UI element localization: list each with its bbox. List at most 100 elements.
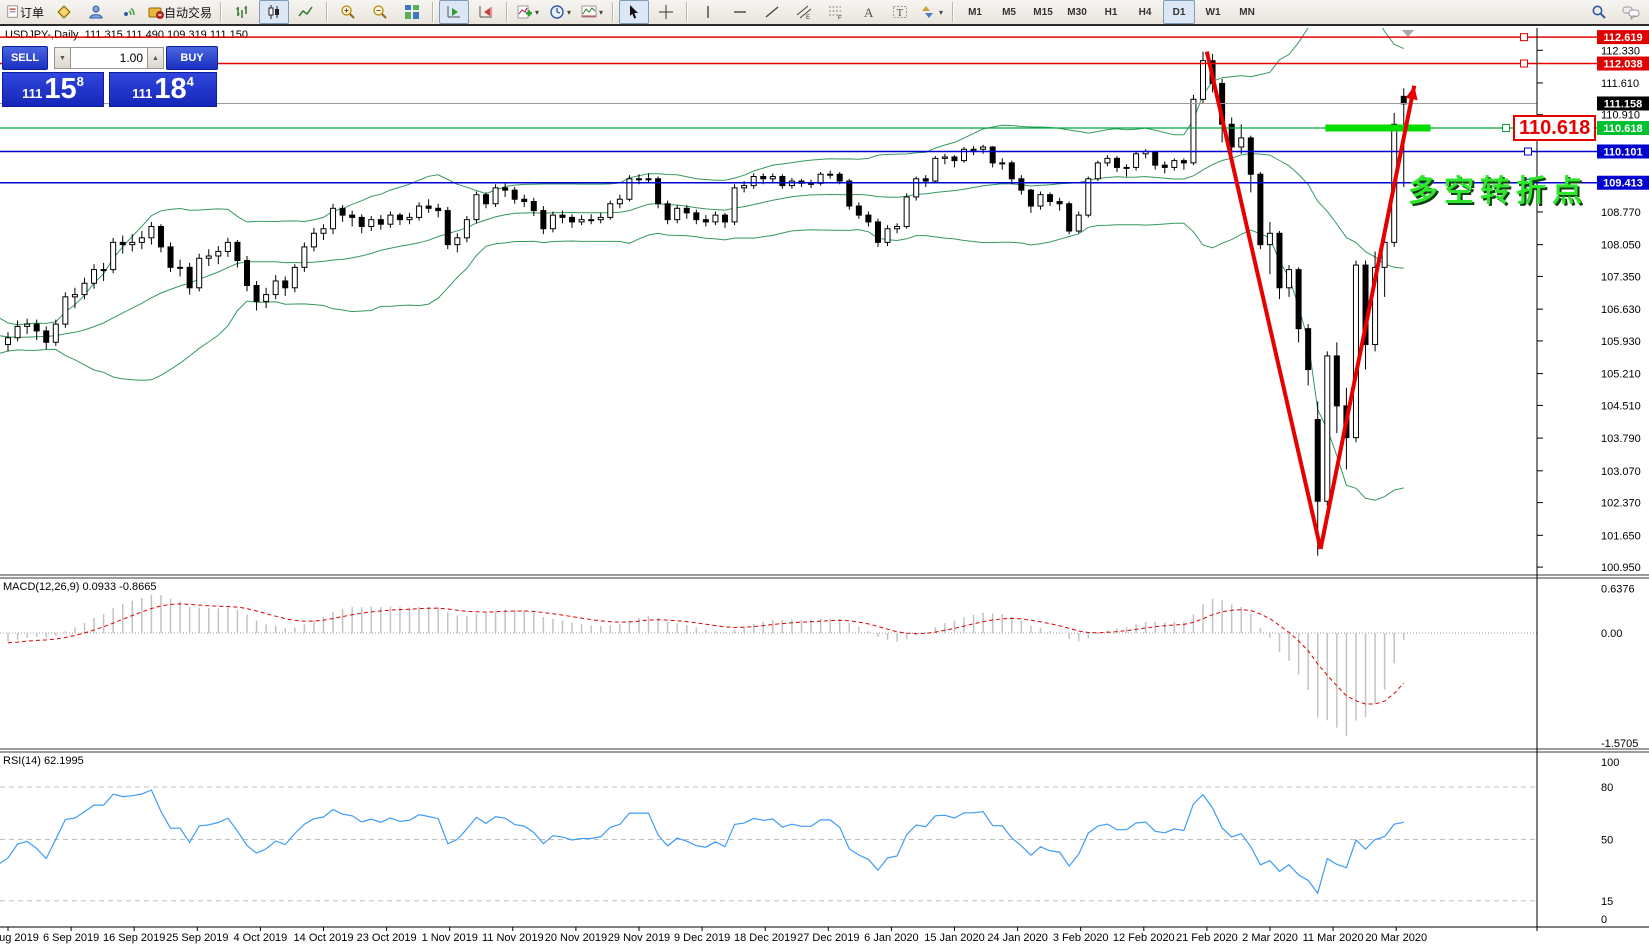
- chart-canvas[interactable]: 112.330 111.610 110.910 108.770 108.050 107.3…: [0, 0, 1649, 947]
- timeframe-button-M5[interactable]: M5: [993, 0, 1025, 24]
- chart-shift-button[interactable]: [471, 0, 501, 24]
- periods-button[interactable]: ▾: [545, 0, 575, 24]
- auto-scroll-button[interactable]: [439, 0, 470, 24]
- candlestick-chart-button[interactable]: [259, 0, 290, 24]
- new-order-label: 订单: [20, 5, 45, 20]
- candle-body: [1352, 264, 1359, 439]
- date-label: 24 Jan 2020: [987, 932, 1048, 944]
- toolbar-separator: [220, 2, 223, 22]
- arrows-button[interactable]: ▾: [917, 0, 947, 24]
- candle-body: [999, 162, 1006, 165]
- vertical-line-button[interactable]: [693, 0, 723, 24]
- trend-line[interactable]: [1204, 51, 1323, 550]
- equidistant-channel-button[interactable]: E: [789, 0, 819, 24]
- chat-button[interactable]: [1616, 0, 1646, 24]
- candle-body: [157, 225, 164, 248]
- signals-button[interactable]: [113, 0, 143, 24]
- auto-trading-button[interactable]: 自动交易: [145, 0, 215, 24]
- date-label: 20 Nov 2019: [545, 932, 607, 944]
- candle-body: [702, 219, 709, 223]
- timeframe-button-H4[interactable]: H4: [1129, 0, 1161, 24]
- price-badge-label: 110.101: [1603, 146, 1642, 158]
- price-tick-label: 103.790: [1601, 433, 1641, 445]
- candle-body: [530, 200, 537, 212]
- price-tick-label: 100.950: [1601, 562, 1641, 574]
- candle-body: [626, 178, 633, 200]
- price-level-label[interactable]: 110.618: [1513, 115, 1597, 141]
- text-label-button[interactable]: T: [885, 0, 915, 24]
- dropdown-arrow-icon: ▾: [939, 7, 944, 17]
- buy-price-pip: 4: [186, 74, 194, 89]
- templates-button[interactable]: ▾: [577, 0, 607, 24]
- trendline-icon: [765, 6, 779, 18]
- candle-body: [855, 205, 862, 216]
- data-window-button[interactable]: [81, 0, 111, 24]
- tile-windows-button[interactable]: [397, 0, 427, 24]
- timeframe-button-H1[interactable]: H1: [1095, 0, 1127, 24]
- timeframe-button-M30[interactable]: M30: [1061, 0, 1093, 24]
- date-label: 20 Mar 2020: [1365, 932, 1427, 944]
- zoom-in-button[interactable]: [333, 0, 363, 24]
- horizontal-line-button[interactable]: [725, 0, 755, 24]
- date-label: 28 Aug 2019: [0, 932, 39, 944]
- line-chart-button[interactable]: [291, 0, 321, 24]
- candle-body: [473, 194, 480, 221]
- candle-body: [741, 185, 748, 189]
- timeframe-button-W1[interactable]: W1: [1197, 0, 1229, 24]
- bar-chart-button[interactable]: [227, 0, 257, 24]
- crosshair-button[interactable]: [651, 0, 681, 24]
- indicators-button[interactable]: ▾: [513, 0, 543, 24]
- candle-body: [1286, 269, 1293, 289]
- candle-body: [196, 257, 203, 289]
- buy-button[interactable]: BUY: [166, 46, 218, 70]
- mt4-terminal: { "toolbar":{ "new_order_label":"订单", "a…: [0, 0, 1649, 947]
- candle-body: [244, 260, 250, 287]
- pivot-annotation-text[interactable]: 多空转折点: [1408, 166, 1588, 210]
- text-button[interactable]: A: [853, 0, 883, 24]
- candle-body: [559, 214, 566, 218]
- lot-stepper: ▼ ▲: [54, 47, 164, 69]
- date-label: 15 Jan 2020: [924, 932, 985, 944]
- candle-body: [712, 214, 719, 223]
- price-badge-label: 112.038: [1603, 59, 1642, 71]
- candle-body: [483, 194, 489, 205]
- buy-price-box[interactable]: 111 18 4: [109, 72, 217, 107]
- search-button[interactable]: [1584, 0, 1614, 24]
- candle-body: [263, 294, 270, 302]
- new-order-button[interactable]: 订单: [3, 0, 47, 24]
- candle-body: [33, 323, 40, 332]
- timeframe-button-M1[interactable]: M1: [959, 0, 991, 24]
- timeframe-button-MN[interactable]: MN: [1231, 0, 1263, 24]
- candle-body: [368, 219, 375, 227]
- sell-price-box[interactable]: 111 15 8: [2, 72, 104, 107]
- trade-panel-top-row: SELL ▼ ▲ BUY: [2, 46, 218, 70]
- bollinger-lower-band: [0, 222, 1404, 501]
- timeframe-button-M15[interactable]: M15: [1027, 0, 1059, 24]
- macd-indicator-label: MACD(12,26,9) 0.0933 -0.8665: [3, 581, 157, 593]
- macd-axis-label: 0.6376: [1601, 583, 1635, 595]
- cursor-button[interactable]: [619, 0, 650, 24]
- fibonacci-button[interactable]: F: [821, 0, 851, 24]
- market-watch-button[interactable]: [49, 0, 79, 24]
- lot-size-input[interactable]: [71, 47, 147, 69]
- toolbar-separator: [432, 2, 435, 22]
- candle-body: [1238, 137, 1245, 148]
- candle-body: [750, 176, 757, 187]
- timeframe-button-D1[interactable]: D1: [1163, 0, 1196, 24]
- candle-body: [951, 156, 958, 162]
- text-label-icon: T: [893, 6, 908, 19]
- zoom-out-button[interactable]: [365, 0, 395, 24]
- macd-axis-label: 0.00: [1601, 628, 1622, 640]
- trend-line[interactable]: [1318, 85, 1417, 550]
- sell-button[interactable]: SELL: [2, 46, 48, 70]
- lot-increase-button[interactable]: ▲: [147, 47, 164, 69]
- price-badge-label: 109.413: [1603, 178, 1643, 190]
- candle-body: [91, 269, 98, 284]
- candle-body: [1276, 232, 1283, 289]
- trendline-button[interactable]: [757, 0, 787, 24]
- candle-body: [1085, 178, 1092, 216]
- lot-decrease-button[interactable]: ▼: [54, 47, 71, 69]
- toolbar-separator: [612, 2, 615, 22]
- thick-support-segment[interactable]: [1325, 124, 1431, 132]
- candle-body: [1247, 137, 1254, 175]
